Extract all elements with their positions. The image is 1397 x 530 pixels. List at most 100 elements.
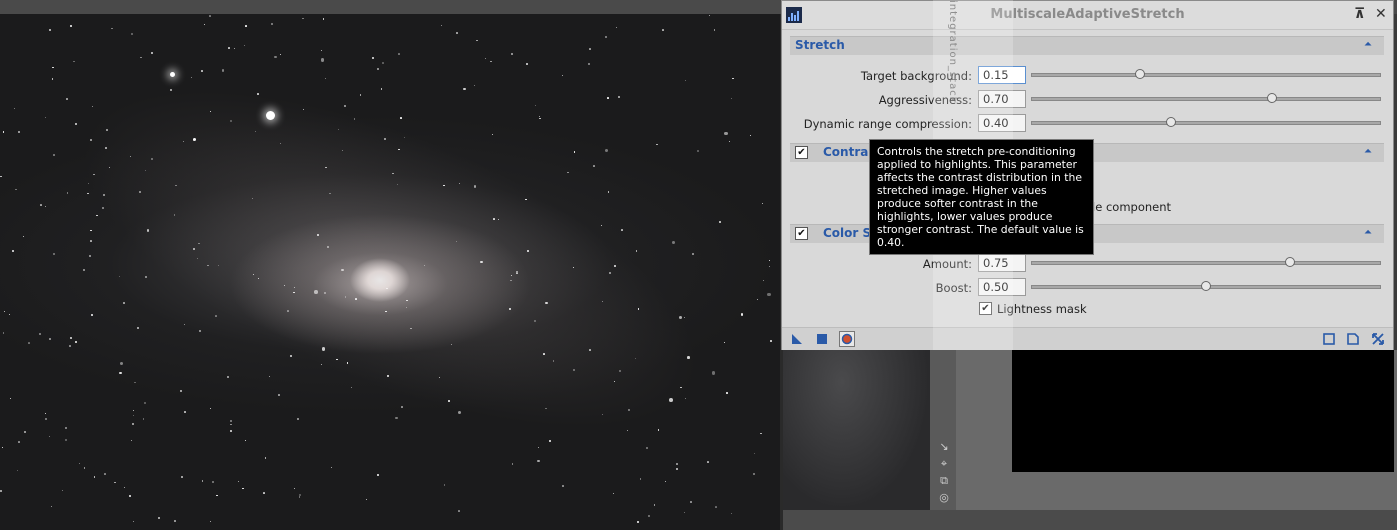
star [132,423,135,426]
collapse-icon[interactable]: ⏶ [1362,227,1374,239]
star [322,18,325,20]
astrophoto-image-view[interactable] [0,14,780,530]
star [337,128,339,130]
star [2,130,5,133]
star [480,260,483,263]
star [83,467,86,469]
star [326,245,329,248]
star [770,340,772,343]
star [44,417,48,421]
slider-thumb[interactable] [1284,257,1295,267]
star [158,517,161,520]
title-bar[interactable]: MultiscaleAdaptiveStretch ⊼ ✕ [782,1,1393,30]
star [617,95,620,99]
star [607,191,610,193]
star [229,430,232,432]
star [119,371,122,375]
star [749,134,751,137]
real-time-preview-icon[interactable] [839,331,855,347]
star [89,240,92,242]
star [756,299,758,301]
star [400,117,402,119]
boost-slider[interactable] [1031,281,1381,291]
star [608,272,611,275]
star [769,259,771,261]
star [526,62,529,65]
star [264,457,267,459]
dynamic-range-compression-slider[interactable] [1031,117,1381,127]
star [552,360,554,362]
new-instance-icon[interactable] [790,332,804,346]
star [45,206,47,208]
star [767,292,771,297]
star [110,27,113,30]
star [53,154,55,156]
star [123,487,126,489]
star [676,463,679,466]
close-icon[interactable]: ✕ [1375,6,1387,22]
star [91,106,93,108]
save-icon[interactable] [1346,332,1360,346]
thumbnail-view[interactable] [783,350,930,510]
star [380,88,383,90]
star [242,488,244,490]
star [686,356,690,359]
star [51,78,54,80]
duplicate-icon[interactable]: ⧉ [937,474,951,488]
fit-view-icon[interactable]: ⌖ [937,457,951,471]
star [646,447,648,450]
star [760,432,762,435]
star [293,488,296,490]
pin-icon[interactable]: ⊼ [1354,6,1365,22]
star [227,376,230,379]
star [12,250,15,253]
star [678,315,682,319]
collapse-icon[interactable]: ⏶ [1362,39,1374,51]
star [443,184,445,186]
star [548,440,551,443]
parameter-tooltip: Controls the stretch pre-conditioning ap… [869,139,1094,255]
star [104,473,106,475]
star [40,203,43,206]
star [593,165,596,167]
star [14,107,16,109]
star [74,341,77,344]
color-saturation-checkbox[interactable]: ✔ [795,227,808,240]
star [297,418,300,421]
star [64,438,67,441]
browse-documentation-icon[interactable] [1322,332,1336,346]
target-background-slider[interactable] [1031,69,1381,79]
contrast-checkbox[interactable]: ✔ [795,146,808,159]
star [279,53,281,55]
collapse-icon[interactable]: ⏶ [1362,146,1374,158]
image-view-black[interactable] [1012,350,1394,472]
star [713,28,716,31]
star [697,149,700,152]
arrow-diagonal-icon[interactable]: ↘ [937,440,951,454]
target-icon[interactable]: ◎ [937,491,951,505]
star [49,29,52,32]
star [539,115,541,117]
slider-thumb[interactable] [1166,117,1177,127]
star [169,89,172,92]
amount-slider[interactable] [1031,257,1381,267]
star [387,375,389,377]
star [723,341,726,343]
star [672,240,675,244]
star [102,193,105,196]
stretch-section-header[interactable]: Stretch ⏶ [790,36,1384,55]
slider-thumb[interactable] [1267,93,1278,103]
apply-global-icon[interactable] [815,332,829,346]
aggressiveness-slider[interactable] [1031,93,1381,103]
star [45,412,47,415]
star [228,47,230,49]
slider-thumb[interactable] [1201,281,1211,291]
star [104,147,107,150]
star [768,266,770,268]
slider-thumb[interactable] [1134,69,1145,79]
bright-star [265,110,275,120]
star [28,342,31,345]
reset-icon[interactable] [1371,332,1385,346]
star [23,235,25,237]
star [150,52,153,55]
